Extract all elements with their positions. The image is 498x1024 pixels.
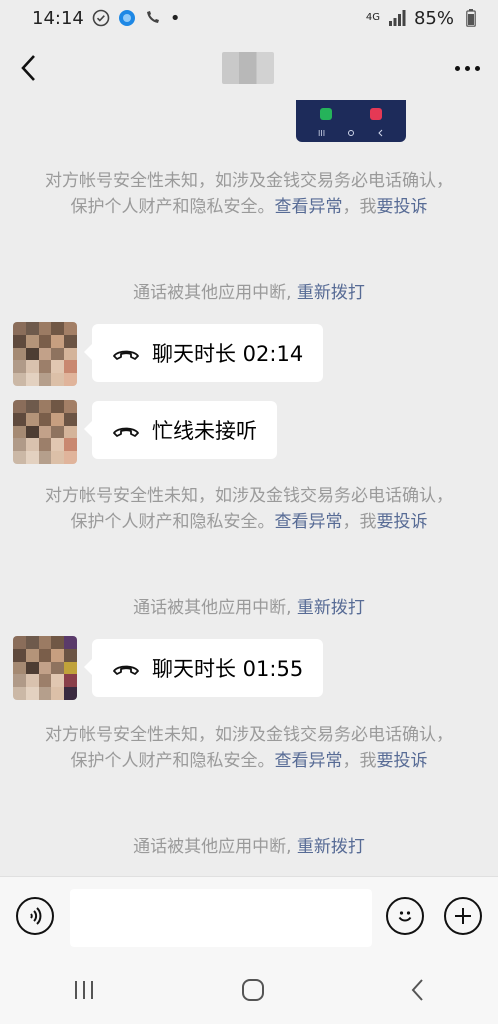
status-time: 14:14: [32, 7, 84, 29]
chat-area[interactable]: III 对方帐号安全性未知，如涉及金钱交易务必电话确认，保护个人财产和隐私安全。…: [0, 100, 498, 875]
home-icon[interactable]: [241, 978, 265, 1002]
back-icon[interactable]: [410, 978, 426, 1002]
call-interrupt-notice: 通话被其他应用中断, 重新拨打: [133, 598, 365, 618]
browser-icon: [118, 9, 136, 27]
missed-call-label: 忙线未接听: [152, 419, 257, 443]
network-type: 4G: [365, 12, 380, 23]
message-input[interactable]: [70, 889, 372, 947]
chevron-left-icon[interactable]: [18, 53, 40, 83]
recent-apps-icon[interactable]: [72, 979, 96, 1001]
redial-link[interactable]: 重新拨打: [297, 283, 365, 303]
chat-header: [0, 36, 498, 100]
security-notice: 对方帐号安全性未知，如涉及金钱交易务必电话确认，保护个人财产和隐私安全。查看异常…: [45, 486, 453, 532]
battery-icon: [462, 9, 480, 27]
redial-link[interactable]: 重新拨打: [297, 598, 365, 618]
report-link[interactable]: 要投诉: [377, 751, 428, 771]
view-abnormal-link[interactable]: 查看异常: [275, 512, 343, 532]
system-navigation-bar: [0, 956, 498, 1024]
call-duration-label: 聊天时长 01:55: [152, 657, 304, 681]
plus-icon[interactable]: [444, 897, 482, 935]
redial-link[interactable]: 重新拨打: [297, 837, 365, 857]
view-abnormal-link[interactable]: 查看异常: [275, 751, 343, 771]
chat-title-avatar-blurred: [221, 52, 274, 84]
phone-hangup-icon: [112, 423, 140, 437]
phone-hangup-icon: [112, 346, 140, 360]
image-message-thumbnail[interactable]: III: [296, 100, 406, 142]
avatar[interactable]: [13, 636, 77, 700]
input-bar: [0, 876, 498, 957]
check-circle-icon: [92, 9, 110, 27]
call-interrupt-notice: 通话被其他应用中断, 重新拨打: [133, 837, 365, 857]
more-icon[interactable]: [455, 65, 480, 71]
report-link[interactable]: 要投诉: [377, 197, 428, 217]
view-abnormal-link[interactable]: 查看异常: [275, 197, 343, 217]
call-record-bubble[interactable]: 忙线未接听: [84, 401, 277, 459]
security-notice: 对方帐号安全性未知，如涉及金钱交易务必电话确认，保护个人财产和隐私安全。查看异常…: [45, 725, 453, 771]
voice-input-icon[interactable]: [16, 897, 54, 935]
avatar[interactable]: [13, 400, 77, 464]
avatar[interactable]: [13, 322, 77, 386]
call-duration-label: 聊天时长 02:14: [152, 342, 304, 366]
emoji-icon[interactable]: [386, 897, 424, 935]
call-record-bubble[interactable]: 聊天时长 01:55: [83, 639, 324, 697]
call-interrupt-notice: 通话被其他应用中断, 重新拨打: [133, 283, 365, 303]
call-record-bubble[interactable]: 聊天时长 02:14: [83, 324, 324, 382]
notification-dot-icon: •: [169, 7, 181, 29]
call-forward-icon: [144, 9, 162, 27]
svg-text:III: III: [318, 129, 325, 138]
status-bar: 14:14 • 4G 85%: [0, 0, 498, 36]
signal-icon: [388, 9, 406, 27]
security-notice: 对方帐号安全性未知，如涉及金钱交易务必电话确认，保护个人财产和隐私安全。查看异常…: [45, 171, 453, 217]
battery-percent: 85%: [413, 7, 454, 29]
phone-hangup-icon: [112, 661, 140, 675]
report-link[interactable]: 要投诉: [377, 512, 428, 532]
